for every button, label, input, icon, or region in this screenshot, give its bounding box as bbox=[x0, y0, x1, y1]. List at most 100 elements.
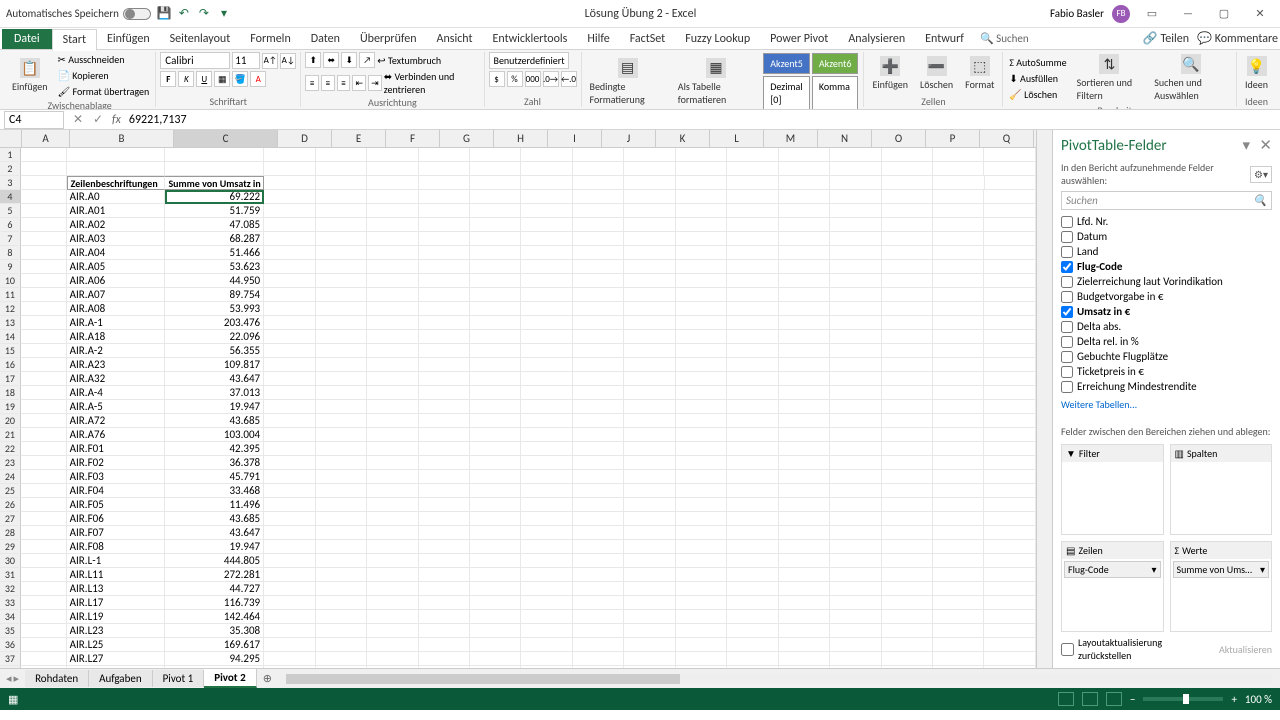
table-format-button[interactable]: ▦Als Tabelle formatieren bbox=[674, 56, 758, 108]
sheet-tab[interactable]: Pivot 2 bbox=[204, 669, 256, 688]
col-header[interactable]: B bbox=[70, 130, 174, 147]
row-header[interactable]: 8 bbox=[0, 246, 21, 260]
align-right-icon[interactable]: ≡ bbox=[337, 75, 351, 91]
tab-factset[interactable]: FactSet bbox=[620, 29, 675, 49]
col-header[interactable]: P bbox=[926, 130, 980, 147]
tab-formeln[interactable]: Formeln bbox=[240, 29, 300, 49]
row-header[interactable]: 1 bbox=[0, 148, 21, 162]
currency-icon[interactable]: $ bbox=[489, 71, 505, 87]
grow-font-icon[interactable]: A↑ bbox=[262, 53, 278, 69]
delete-cells-button[interactable]: ➖Löschen bbox=[916, 54, 957, 93]
values-area[interactable]: ΣWerte Summe von Umsatz in €▾ bbox=[1170, 541, 1273, 632]
pivot-value-cell[interactable]: 89.754 bbox=[165, 288, 264, 302]
pivot-value-cell[interactable]: 109.817 bbox=[165, 358, 264, 372]
pivot-field[interactable]: Zielerreichung laut Vorindikation bbox=[1061, 274, 1272, 289]
pivot-row-label[interactable]: AIR.F06 bbox=[67, 512, 166, 526]
sheet-tab[interactable]: Aufgaben bbox=[89, 670, 152, 687]
row-header[interactable]: 22 bbox=[0, 442, 21, 456]
row-header[interactable]: 26 bbox=[0, 498, 21, 512]
tab-einfuegen[interactable]: Einfügen bbox=[97, 29, 160, 49]
vertical-scrollbar[interactable] bbox=[1036, 130, 1052, 668]
pivot-row-header[interactable]: Zeilenbeschriftungen▾ bbox=[67, 176, 166, 190]
col-header[interactable]: A bbox=[22, 130, 70, 147]
pivot-value-cell[interactable]: 43.647 bbox=[165, 372, 264, 386]
merge-button[interactable]: ⬌ Verbinden und zentrieren bbox=[384, 70, 480, 96]
underline-button[interactable]: U bbox=[196, 71, 212, 87]
pivot-row-label[interactable]: AIR.A-1 bbox=[67, 316, 166, 330]
ribbon-mode-icon[interactable]: ▭ bbox=[1138, 4, 1166, 24]
font-name-select[interactable]: Calibri bbox=[160, 52, 230, 69]
field-checkbox[interactable] bbox=[1061, 306, 1073, 318]
autosum-button[interactable]: Σ AutoSumme bbox=[1007, 55, 1068, 70]
field-checkbox[interactable] bbox=[1061, 351, 1073, 363]
row-header[interactable]: 34 bbox=[0, 610, 21, 624]
pivot-value-cell[interactable]: 37.013 bbox=[165, 386, 264, 400]
pivot-row-label[interactable]: AIR.A18 bbox=[67, 330, 166, 344]
pivot-row-label[interactable]: AIR.A-2 bbox=[67, 344, 166, 358]
row-header[interactable]: 24 bbox=[0, 470, 21, 484]
align-left-icon[interactable]: ≡ bbox=[305, 75, 319, 91]
tab-entwurf[interactable]: Entwurf bbox=[915, 29, 974, 49]
italic-button[interactable]: K bbox=[178, 71, 194, 87]
pivot-row-label[interactable]: AIR.A76 bbox=[67, 428, 166, 442]
row-header[interactable]: 37 bbox=[0, 652, 21, 666]
pivot-field[interactable]: Delta abs. bbox=[1061, 319, 1272, 334]
field-checkbox[interactable] bbox=[1061, 321, 1073, 333]
ideas-button[interactable]: 💡Ideen bbox=[1241, 54, 1272, 93]
sheet-tab[interactable]: Rohdaten bbox=[25, 670, 89, 687]
row-header[interactable]: 18 bbox=[0, 386, 21, 400]
maximize-icon[interactable]: ▢ bbox=[1210, 4, 1238, 24]
zoom-level[interactable]: 100 % bbox=[1245, 693, 1272, 706]
indent-inc-icon[interactable]: ⇥ bbox=[368, 75, 382, 91]
field-checkbox[interactable] bbox=[1061, 381, 1073, 393]
pivot-row-label[interactable]: AIR.A06 bbox=[67, 274, 166, 288]
col-header[interactable]: G bbox=[440, 130, 494, 147]
value-field-item[interactable]: Summe von Umsatz in €▾ bbox=[1173, 561, 1270, 578]
pivot-row-label[interactable]: AIR.L25 bbox=[67, 638, 166, 652]
tab-powerpivot[interactable]: Power Pivot bbox=[760, 29, 838, 49]
col-header[interactable]: J bbox=[602, 130, 656, 147]
row-header[interactable]: 19 bbox=[0, 400, 21, 414]
row-header[interactable]: 23 bbox=[0, 456, 21, 470]
select-all-corner[interactable] bbox=[0, 130, 22, 147]
pivot-row-label[interactable]: AIR.A05 bbox=[67, 260, 166, 274]
pivot-field[interactable]: Erreichung Mindestrendite bbox=[1061, 379, 1272, 394]
pivot-row-label[interactable]: AIR.L29 bbox=[67, 666, 166, 668]
pivot-value-cell[interactable]: 142.464 bbox=[165, 610, 264, 624]
fill-button[interactable]: ⬇ Ausfüllen bbox=[1007, 71, 1068, 86]
cut-button[interactable]: ✂ Ausschneiden bbox=[56, 52, 152, 67]
tab-analysieren[interactable]: Analysieren bbox=[838, 29, 915, 49]
tab-start[interactable]: Start bbox=[52, 29, 97, 51]
pivot-field[interactable]: Budgetvorgabe in € bbox=[1061, 289, 1272, 304]
pivot-value-cell[interactable]: 33.468 bbox=[165, 484, 264, 498]
cond-format-button[interactable]: ▤Bedingte Formatierung bbox=[586, 56, 670, 108]
pivot-row-label[interactable]: AIR.A-5 bbox=[67, 400, 166, 414]
pivot-value-header[interactable]: Summe von Umsatz in € bbox=[165, 176, 264, 190]
field-checkbox[interactable] bbox=[1061, 276, 1073, 288]
align-center-icon[interactable]: ≡ bbox=[321, 75, 335, 91]
pivot-value-cell[interactable]: 47.085 bbox=[165, 218, 264, 232]
shrink-font-icon[interactable]: A↓ bbox=[280, 53, 296, 69]
col-header[interactable]: K bbox=[656, 130, 710, 147]
sheet-nav-first-icon[interactable]: ◂ bbox=[6, 672, 12, 685]
pivot-field[interactable]: Ticketpreis in € bbox=[1061, 364, 1272, 379]
col-header[interactable]: C bbox=[174, 130, 278, 147]
row-header[interactable]: 15 bbox=[0, 344, 21, 358]
pivot-value-cell[interactable]: 169.617 bbox=[165, 638, 264, 652]
pivot-value-cell[interactable]: 203.476 bbox=[165, 316, 264, 330]
col-header[interactable]: H bbox=[494, 130, 548, 147]
name-box[interactable]: C4 bbox=[4, 111, 64, 129]
col-header[interactable]: M bbox=[764, 130, 818, 147]
pivot-field[interactable]: Gebuchte Flugplätze bbox=[1061, 349, 1272, 364]
pivot-value-cell[interactable]: 69.222 bbox=[165, 190, 264, 204]
style-accent5[interactable]: Akzent5 bbox=[763, 53, 810, 74]
pivot-value-cell[interactable]: 51.466 bbox=[165, 246, 264, 260]
pivot-value-cell[interactable]: 53.993 bbox=[165, 302, 264, 316]
number-format-select[interactable]: Benutzerdefiniert bbox=[489, 52, 569, 69]
row-header[interactable]: 14 bbox=[0, 330, 21, 344]
pivot-row-label[interactable]: AIR.L23 bbox=[67, 624, 166, 638]
tab-ueberpruefen[interactable]: Überprüfen bbox=[350, 29, 427, 49]
col-header[interactable]: E bbox=[332, 130, 386, 147]
pivot-row-label[interactable]: AIR.A32 bbox=[67, 372, 166, 386]
field-checkbox[interactable] bbox=[1061, 336, 1073, 348]
